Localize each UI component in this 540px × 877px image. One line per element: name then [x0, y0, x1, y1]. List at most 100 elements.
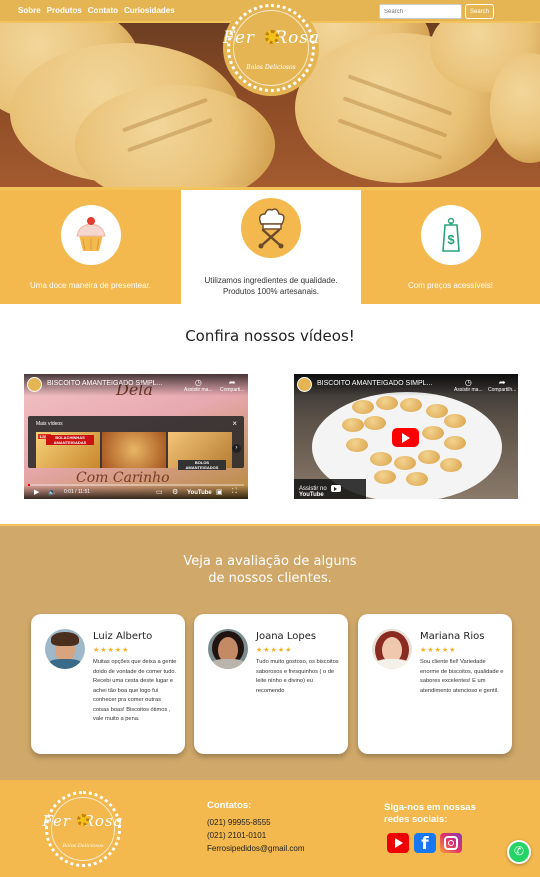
more-videos-panel: Mais vídeos × LIVE BOLACHINHAS AMANTEIGA…	[28, 416, 244, 470]
video-thumbnail[interactable]: LIVE BOLACHINHAS AMANTEIGADAS	[36, 432, 100, 468]
client-name: Joana Lopes	[256, 631, 317, 642]
feature-icon-circle	[241, 198, 301, 258]
thumbnail-label: BOLOS AMANTEIGADOS	[178, 460, 226, 470]
video-time: 0:01 / 11:51	[64, 489, 91, 495]
feature-quality: Utilizamos ingredientes de qualidade. Pr…	[181, 190, 361, 304]
review-text: Sou cliente fiel! Variedade enorme de bi…	[420, 659, 504, 694]
cookie-shape	[422, 426, 444, 440]
avatar-shirt	[210, 659, 246, 669]
settings-gear-icon[interactable]: ⚙	[172, 488, 178, 496]
cookie-shape	[444, 414, 466, 428]
cookie-shape	[364, 416, 386, 430]
testimonials-heading-line: de nossos clientes.	[208, 571, 332, 586]
video-title[interactable]: BISCOITO AMANTEIGADO SIMPL...	[317, 380, 437, 387]
review-text: Tudo muito gostoso, os biscoitos saboros…	[256, 659, 339, 694]
watch-later-button[interactable]: ◷ Assistir ma...	[184, 378, 213, 393]
logo-tagline: Bolos Deliciosos	[246, 64, 296, 71]
avatar	[45, 629, 85, 669]
play-icon[interactable]: ▶	[34, 488, 39, 496]
instagram-icon[interactable]	[440, 833, 462, 853]
feature-icon-circle	[61, 205, 121, 265]
cast-icon[interactable]: ▣	[216, 488, 223, 496]
video-header: BISCOITO AMANTEIGADO SIMPL... ◷ Assistir …	[24, 374, 248, 396]
cookie-shape	[374, 470, 396, 484]
video-progress-bar[interactable]	[28, 484, 244, 486]
youtube-video-2[interactable]: BISCOITO AMANTEIGADO SIMPL... ◷ Assistir …	[294, 374, 518, 499]
features-strip: Uma doce maneira de presentear. Utilizam…	[0, 190, 540, 304]
youtube-label: YouTube	[299, 492, 324, 499]
nav-link-curiosidades[interactable]: Curiosidades	[124, 6, 175, 15]
contact-phone[interactable]: (021) 2101-0101	[207, 831, 266, 840]
watch-later-label: Assistir ma...	[454, 387, 483, 393]
share-button[interactable]: ➦ Comparti...	[220, 378, 244, 393]
logo-inner-ring	[233, 10, 309, 86]
contact-email[interactable]: Ferrosipedidos@gmail.com	[207, 844, 305, 853]
feature-text: Uma doce maneira de presentear.	[30, 281, 151, 290]
fullscreen-icon[interactable]: ⛶	[232, 488, 237, 496]
cookie-shape	[400, 398, 422, 412]
channel-avatar[interactable]	[297, 377, 312, 392]
brand-logo[interactable]: Fer Rosa Bolos Deliciosos	[223, 0, 319, 96]
cookie-shape	[440, 458, 462, 472]
svg-text:$: $	[447, 232, 455, 247]
cookie-shape	[370, 452, 392, 466]
star-rating: ★★★★★	[93, 647, 130, 654]
testimonial-card: Joana Lopes ★★★★★ Tudo muito gostoso, os…	[194, 614, 348, 754]
testimonial-card: Luiz Alberto ★★★★★ Muitas opções que dei…	[31, 614, 185, 754]
video-thumbnail[interactable]	[102, 432, 166, 468]
star-rating: ★★★★★	[420, 647, 457, 654]
nav-link-produtos[interactable]: Produtos	[47, 6, 82, 15]
whatsapp-icon[interactable]	[507, 840, 531, 864]
avatar-shirt	[47, 659, 83, 669]
cookie-shape	[346, 438, 368, 452]
cookie-shape	[376, 396, 398, 410]
sunflower-icon	[265, 30, 279, 44]
video-progress-fill	[28, 484, 31, 486]
video-thumbnail[interactable]: BOLOS AMANTEIGADOS	[168, 432, 232, 470]
feature-icon-circle: $	[421, 205, 481, 265]
star-rating: ★★★★★	[256, 647, 293, 654]
video-title[interactable]: BISCOITO AMANTEIGADO SIMPL...	[47, 380, 167, 387]
share-icon: ➦	[228, 378, 236, 387]
close-icon[interactable]: ×	[232, 419, 237, 428]
testimonials-heading-line: Veja a avaliação de alguns	[183, 554, 357, 569]
review-text: Muitas opções que deixa a gente doido de…	[93, 659, 177, 722]
youtube-logo[interactable]: YouTube	[187, 490, 212, 496]
social-heading-line: redes sociais:	[384, 814, 448, 825]
watch-on-youtube-button[interactable]: Assistir no YouTube	[294, 479, 366, 499]
captions-icon[interactable]: ▭	[156, 488, 163, 496]
search-button[interactable]: Search	[465, 4, 494, 19]
cupcake-icon	[76, 217, 106, 251]
videos-heading: Confira nossos vídeos!	[185, 327, 355, 345]
channel-avatar[interactable]	[27, 377, 42, 392]
watch-later-label: Assistir ma...	[184, 387, 213, 393]
nav-link-sobre[interactable]: Sobre	[18, 6, 41, 15]
video-header: BISCOITO AMANTEIGADO SIMPL... ◷ Assistir …	[294, 374, 518, 396]
youtube-video-1[interactable]: Dela Com Carinho BISCOITO AMANTEIGADO SI…	[24, 374, 248, 499]
youtube-icon[interactable]	[387, 833, 409, 853]
volume-icon[interactable]: 🔈	[48, 488, 57, 496]
search-input[interactable]	[379, 4, 462, 19]
chef-hat-utensils-icon	[258, 208, 285, 249]
share-label: Comparti...	[220, 387, 245, 393]
share-label: Compartilh...	[488, 387, 517, 393]
avatar-hair	[51, 632, 79, 646]
footer: Fer Rosa Bolos Deliciosos Contatos: (021…	[0, 780, 540, 877]
chevron-right-icon[interactable]: ›	[232, 444, 241, 453]
nav-link-contato[interactable]: Contato	[88, 6, 118, 15]
feature-text: Com preços acessíveis!	[408, 281, 493, 290]
social-heading: Siga-nos em nossas redes sociais:	[384, 802, 476, 826]
avatar	[372, 629, 412, 669]
contact-phone[interactable]: (021) 99955-8555	[207, 818, 271, 827]
footer-brand-logo[interactable]: Fer Rosa Bolos Deliciosos	[42, 788, 124, 870]
youtube-play-button[interactable]	[392, 428, 419, 447]
watch-later-button[interactable]: ◷ Assistir ma...	[454, 378, 483, 393]
facebook-icon[interactable]: f	[414, 833, 436, 854]
share-button[interactable]: ➦ Compartilh...	[488, 378, 516, 393]
cookie-shape	[342, 418, 364, 432]
feature-price: $ Com preços acessíveis!	[361, 190, 540, 304]
avatar	[208, 629, 248, 669]
feature-text: Utilizamos ingredientes de qualidade. Pr…	[204, 276, 338, 296]
thumbnail-label: BOLACHINHAS AMANTEIGADAS	[46, 435, 94, 445]
cookie-shape	[75, 85, 275, 190]
